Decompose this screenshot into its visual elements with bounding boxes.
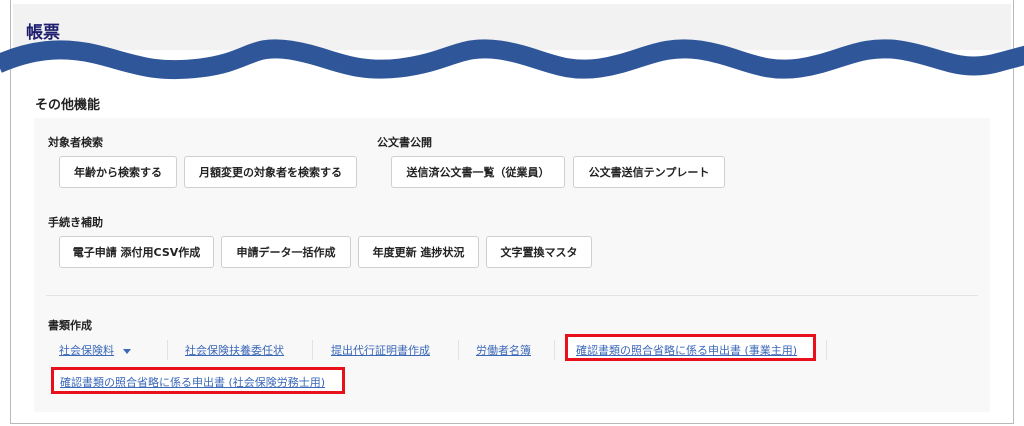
divider xyxy=(46,295,978,296)
csv-create-button[interactable]: 電子申請 添付用CSV作成 xyxy=(59,236,214,268)
link-label: 社会保険料 xyxy=(59,344,114,357)
section-title: その他機能 xyxy=(35,98,101,113)
separator xyxy=(312,340,313,360)
social-insurance-link[interactable]: 社会保険料 xyxy=(59,342,131,358)
worker-registry-link[interactable]: 労働者名簿 xyxy=(476,342,531,358)
sent-docs-list-button[interactable]: 送信済公文書一覧（従業員） xyxy=(391,156,565,188)
verification-omission-employer-link[interactable]: 確認書類の照合省略に係る申出書 (事業主用) xyxy=(576,342,797,358)
functions-panel: 対象者検索 年齢から検索する 月額変更の対象者を検索する 公文書公開 送信済公文… xyxy=(34,118,990,412)
search-by-age-button[interactable]: 年齢から検索する xyxy=(59,156,177,188)
caret-down-icon xyxy=(123,348,131,354)
separator xyxy=(554,340,555,360)
documents-group-label: 書類作成 xyxy=(48,319,92,332)
dependent-proxy-link[interactable]: 社会保険扶養委任状 xyxy=(185,342,284,358)
proxy-certificate-link[interactable]: 提出代行証明書作成 xyxy=(331,342,430,358)
separator xyxy=(167,340,168,360)
public-docs-group-label: 公文書公開 xyxy=(377,136,432,149)
char-replace-button[interactable]: 文字置換マスタ xyxy=(486,236,592,268)
separator xyxy=(458,340,459,360)
wave-divider xyxy=(0,39,1024,80)
verification-omission-sr-link[interactable]: 確認書類の照合省略に係る申出書 (社会保険労務士用) xyxy=(60,374,325,390)
search-monthly-change-button[interactable]: 月額変更の対象者を検索する xyxy=(184,156,357,188)
search-group-label: 対象者検索 xyxy=(48,136,103,149)
doc-template-button[interactable]: 公文書送信テンプレート xyxy=(573,156,725,188)
separator xyxy=(826,340,827,360)
bulk-application-button[interactable]: 申請データ一括作成 xyxy=(221,236,351,268)
annual-progress-button[interactable]: 年度更新 進捗状況 xyxy=(358,236,479,268)
procedure-group-label: 手続き補助 xyxy=(48,216,103,229)
